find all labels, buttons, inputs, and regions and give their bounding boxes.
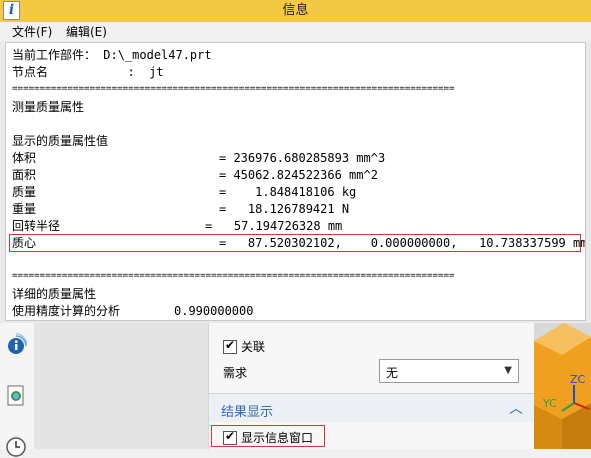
line-centroid: 质心 [12, 235, 36, 251]
menu-edit[interactable]: 编辑(E) [66, 22, 107, 42]
area-value: = 45062.824522366 mm^2 [219, 168, 378, 182]
separator-line: ========================================… [12, 270, 455, 281]
info-window: i 信息 文件(F) 编辑(E) 当前工作部件： D:\_model47.prt… [0, 0, 591, 323]
chevron-up-icon[interactable]: ︿ [509, 398, 523, 418]
detail-mass-title: 详细的质量属性 [12, 287, 97, 301]
checkmark-icon: ✔ [225, 338, 236, 352]
line-current-part: 当前工作部件： D:\_model47.prt [12, 47, 212, 63]
node-name-label: 节点名 [12, 65, 49, 79]
line-node-name: 节点名 : jt [12, 64, 164, 80]
graphics-viewport[interactable]: ZC YC [534, 323, 591, 449]
display-values-title: 显示的质量属性值 [12, 134, 109, 148]
history-icon[interactable] [5, 385, 27, 407]
mass-value: = 1.848418106 kg [219, 185, 357, 199]
line-mass: 质量 [12, 184, 36, 200]
centroid-value: = 87.520302102, 0.000000000, 10.73833759… [219, 236, 586, 250]
graphics-gray-area [34, 323, 208, 449]
node-name-value: : jt [48, 65, 164, 79]
show-info-window-label: 显示信息窗口 [241, 431, 314, 445]
separator-line: ========================================… [12, 83, 455, 94]
axis-zc-label: ZC [570, 373, 586, 386]
line-volume: 体积 [12, 150, 36, 166]
line-weight: 重量 [12, 201, 36, 217]
measure-mass-title: 测量质量属性 [12, 100, 85, 114]
volume-value: = 236976.680285893 mm^3 [219, 151, 386, 165]
mass-properties-dialog: ✔ 关联 需求 无 ▼ 结果显示 ︿ ✔ 显示信息窗口 [208, 323, 535, 449]
current-part-label: 当前工作部件： [12, 48, 97, 62]
requirement-value: 无 [386, 366, 399, 380]
result-display-section-header[interactable]: 结果显示 ︿ [209, 394, 535, 422]
area-label: 面积 [12, 168, 37, 182]
checkmark-icon: ✔ [225, 429, 236, 443]
info-text-area[interactable]: 当前工作部件： D:\_model47.prt 节点名 : jt =======… [5, 42, 586, 321]
menu-bar: 文件(F) 编辑(E) [0, 22, 591, 42]
info-icon[interactable] [5, 333, 27, 355]
chevron-down-icon: ▼ [504, 365, 512, 376]
accuracy-value: 0.990000000 [174, 304, 254, 318]
radius-gyration-label: 回转半径 [12, 219, 61, 233]
mass-label: 质量 [12, 185, 37, 199]
line-accuracy: 使用精度计算的分析 [12, 303, 120, 319]
associative-label: 关联 [241, 340, 266, 354]
centroid-label: 质心 [12, 236, 37, 250]
nx-main-area: ✔ 关联 需求 无 ▼ 结果显示 ︿ ✔ 显示信息窗口 ZC YC [0, 323, 591, 457]
result-display-title: 结果显示 [221, 405, 274, 420]
requirement-label: 需求 [223, 366, 248, 380]
title-bar[interactable]: i 信息 [0, 0, 591, 22]
associative-checkbox[interactable]: ✔ [223, 338, 237, 354]
menu-file[interactable]: 文件(F) [12, 22, 52, 42]
show-info-window-checkbox[interactable]: ✔ [223, 429, 237, 445]
requirement-select[interactable]: 无 ▼ [379, 359, 519, 383]
axis-yc-label: YC [542, 397, 557, 410]
resource-bar [0, 323, 35, 457]
accuracy-label: 使用精度计算的分析 [12, 304, 121, 318]
weight-label: 重量 [12, 202, 37, 216]
line-radius-gyration: 回转半径 [12, 218, 60, 234]
weight-value: = 18.126789421 N [219, 202, 350, 216]
line-area: 面积 [12, 167, 36, 183]
volume-label: 体积 [12, 151, 37, 165]
radius-gyration-value: = 57.194726328 mm [205, 219, 343, 233]
current-part-value: D:\_model47.prt [96, 48, 212, 62]
part-model: ZC YC [534, 323, 591, 449]
clock-icon[interactable] [5, 436, 27, 458]
window-title: 信息 [282, 3, 309, 18]
